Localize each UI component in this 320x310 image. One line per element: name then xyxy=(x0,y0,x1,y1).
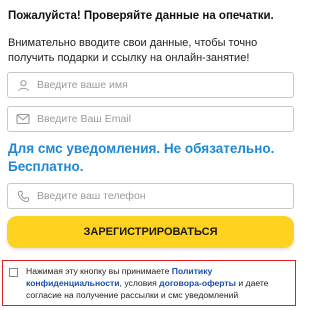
notice-text: Внимательно вводите свои данные, чтобы т… xyxy=(8,37,258,64)
name-input[interactable] xyxy=(37,79,277,91)
consent-box: Нажимая эту кнопку вы принимаете Политик… xyxy=(2,260,296,306)
consent-text-middle: , условия xyxy=(119,278,160,288)
phone-input[interactable] xyxy=(37,190,277,202)
sms-heading: Для смс уведомления. Не обязательно. Бес… xyxy=(8,141,275,174)
consent-text-before: Нажимая эту кнопку вы принимаете xyxy=(26,266,172,276)
user-icon xyxy=(16,78,30,92)
name-field[interactable] xyxy=(7,72,294,98)
email-input[interactable] xyxy=(37,113,277,125)
consent-text: Нажимая эту кнопку вы принимаете Политик… xyxy=(26,265,289,301)
consent-checkbox[interactable] xyxy=(9,268,18,277)
register-button[interactable]: ЗАРЕГИСТРИРОВАТЬСЯ xyxy=(7,216,294,248)
envelope-icon xyxy=(16,112,30,126)
email-field[interactable] xyxy=(7,106,294,132)
phone-field[interactable] xyxy=(7,183,294,209)
notice-title: Пожалуйста! Проверяйте данные на опечатк… xyxy=(8,10,274,22)
offer-agreement-link[interactable]: договора-оферты xyxy=(159,278,236,288)
phone-icon xyxy=(16,189,30,203)
